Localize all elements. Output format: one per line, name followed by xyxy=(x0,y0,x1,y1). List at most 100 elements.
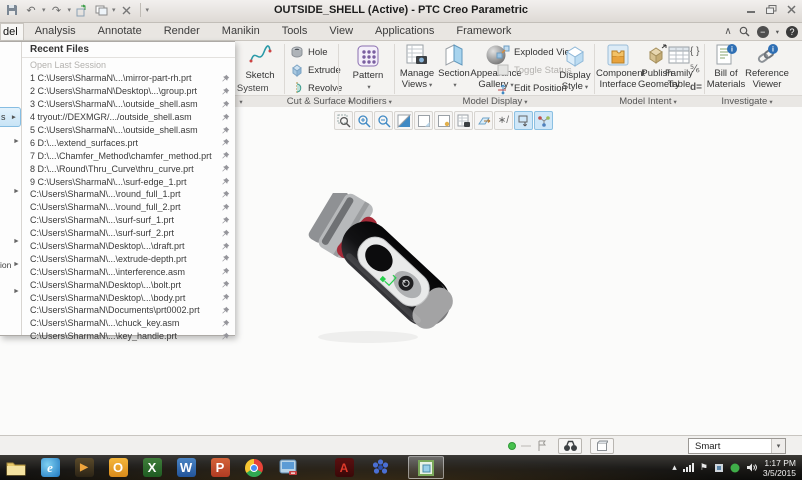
selection-filter-caret[interactable]: ▾ xyxy=(771,439,785,453)
pin-icon[interactable] xyxy=(221,254,230,263)
datum-display-button[interactable] xyxy=(474,111,493,130)
bill-of-materials-button[interactable]: i Bill of Materials xyxy=(706,43,746,90)
taskbar-internet-explorer-icon[interactable]: e xyxy=(36,457,64,478)
view-manager-button[interactable] xyxy=(454,111,473,130)
taskbar-powerpoint-icon[interactable]: P xyxy=(206,457,234,478)
recent-file-item[interactable]: C:\Users\SharmaN\...\chuck_key.asm xyxy=(22,317,235,330)
annotation-display-button[interactable]: ∗/ xyxy=(494,111,513,130)
minimize-button[interactable] xyxy=(746,5,756,14)
hole-button[interactable]: Hole xyxy=(290,44,328,60)
selection-filter-dropdown[interactable]: Smart ▾ xyxy=(688,438,786,454)
component-interface-button[interactable]: Component Interface xyxy=(596,43,645,90)
recent-file-item[interactable]: C:\Users\SharmaN\...\round_full_1.prt xyxy=(22,188,235,201)
taskbar-explorer-icon[interactable] xyxy=(2,457,30,478)
close-button[interactable] xyxy=(787,5,796,14)
status-flag-icon[interactable] xyxy=(536,440,548,452)
recent-file-item[interactable]: 5 C:\Users\SharmaN\...\outside_shell.asm xyxy=(22,124,235,137)
pin-icon[interactable] xyxy=(221,332,230,341)
taskbar-excel-icon[interactable]: X xyxy=(138,457,166,478)
pin-icon[interactable] xyxy=(221,190,230,199)
pin-icon[interactable] xyxy=(221,138,230,147)
section-button[interactable]: Section ▾ xyxy=(436,43,472,91)
recent-file-item[interactable]: 3 C:\Users\SharmaN\...\outside_shell.asm xyxy=(22,98,235,111)
saved-orientations-button[interactable] xyxy=(434,111,453,130)
section-caret[interactable]: ▾ xyxy=(453,82,456,89)
recent-file-item[interactable]: C:\Users\SharmaN\...\surf-surf_2.prt xyxy=(22,227,235,240)
tray-app-icon[interactable] xyxy=(714,463,724,473)
tab-annotate[interactable]: Annotate xyxy=(87,23,153,40)
recent-file-item[interactable]: C:\Users\SharmaN\...\round_full_2.prt xyxy=(22,201,235,214)
recent-file-item[interactable]: 4 tryout://DEXMGR/.../outside_shell.asm xyxy=(22,111,235,124)
recent-file-item[interactable]: 9 C:\Users\SharmaN\...\surf-edge_1.prt xyxy=(22,175,235,188)
recent-file-item[interactable]: C:\Users\SharmaN\...\extrude-depth.prt xyxy=(22,252,235,265)
repaint-button[interactable] xyxy=(394,111,413,130)
spin-center-button[interactable] xyxy=(514,111,533,130)
group-modifiers[interactable]: Modifiers ▾ xyxy=(344,96,396,107)
pin-icon[interactable] xyxy=(221,293,230,302)
group-investigate[interactable]: Investigate ▾ xyxy=(706,96,788,107)
pin-icon[interactable] xyxy=(221,319,230,328)
select-from-list-button[interactable] xyxy=(590,438,614,454)
pin-icon[interactable] xyxy=(221,306,230,315)
pin-icon[interactable] xyxy=(221,177,230,186)
collapse-ribbon-button[interactable]: ∧ xyxy=(724,26,731,37)
taskbar-adobe-reader-icon[interactable]: A xyxy=(330,457,358,478)
pin-icon[interactable] xyxy=(221,267,230,276)
tab-view[interactable]: View xyxy=(318,23,364,40)
taskbar-outlook-icon[interactable]: O xyxy=(104,457,132,478)
recent-file-item[interactable]: C:\Users\SharmaN\Desktop\...\draft.prt xyxy=(22,240,235,253)
group-model-display[interactable]: Model Display ▾ xyxy=(420,96,570,107)
taskbar-creo-active-window[interactable] xyxy=(408,456,444,479)
refit-button[interactable] xyxy=(334,111,353,130)
tab-analysis[interactable]: Analysis xyxy=(24,23,87,40)
display-style-toggle-button[interactable] xyxy=(414,111,433,130)
tray-green-status-icon[interactable] xyxy=(730,463,740,473)
window-mode-caret[interactable]: ▾ xyxy=(776,28,779,36)
taskbar-chrome-icon[interactable] xyxy=(240,457,268,478)
pattern-button[interactable]: Pattern ▾ xyxy=(344,43,392,93)
taskbar-clock[interactable]: 1:17 PM 3/5/2015 xyxy=(763,458,800,478)
recent-file-item[interactable]: 2 C:\Users\SharmaN\Desktop\...\group.prt xyxy=(22,85,235,98)
revolve-button[interactable]: Revolve xyxy=(290,80,342,96)
tray-show-hidden-icons[interactable]: ▴ xyxy=(672,462,677,473)
extrude-button[interactable]: Extrude xyxy=(290,62,341,78)
pin-icon[interactable] xyxy=(221,100,230,109)
datum-group-caret[interactable]: ▾ xyxy=(234,96,246,107)
pin-icon[interactable] xyxy=(221,87,230,96)
pin-icon[interactable] xyxy=(221,164,230,173)
switch-symbols-button[interactable]: ⅚ xyxy=(690,61,700,77)
tab-framework[interactable]: Framework xyxy=(445,23,522,40)
recent-file-item[interactable]: 6 D:\...\extend_surfaces.prt xyxy=(22,136,235,149)
tab-tools[interactable]: Tools xyxy=(271,23,319,40)
pin-icon[interactable] xyxy=(221,74,230,83)
pin-icon[interactable] xyxy=(221,242,230,251)
recent-file-item[interactable]: 7 D:\...\Chamfer_Method\chamfer_method.p… xyxy=(22,149,235,162)
help-button[interactable]: ? xyxy=(786,25,798,38)
recent-file-item[interactable]: C:\Users\SharmaN\...\key_handle.prt xyxy=(22,330,235,343)
taskbar-flower-app-icon[interactable] xyxy=(366,457,394,478)
reference-viewer-button[interactable]: i Reference Viewer xyxy=(744,43,790,90)
recent-file-item[interactable]: C:\Users\SharmaN\Desktop\...\body.prt xyxy=(22,291,235,304)
recent-file-item[interactable]: C:\Users\SharmaN\...\surf-surf_1.prt xyxy=(22,214,235,227)
zoom-in-button[interactable] xyxy=(354,111,373,130)
display-style-caret[interactable]: ▾ xyxy=(585,84,588,91)
recent-file-item[interactable]: C:\Users\SharmaN\Desktop\...\bolt.prt xyxy=(22,278,235,291)
recent-file-item[interactable]: 1 C:\Users\SharmaN\...\mirror-part-rh.pr… xyxy=(22,72,235,85)
window-mode-button[interactable]: − xyxy=(756,25,769,38)
find-button[interactable] xyxy=(558,438,582,454)
display-style-button[interactable]: Display Style ▾ xyxy=(556,43,594,93)
tray-volume-icon[interactable] xyxy=(746,462,757,473)
restore-button[interactable] xyxy=(766,5,777,14)
search-button[interactable] xyxy=(739,26,750,37)
taskbar-word-icon[interactable]: W xyxy=(172,457,200,478)
recent-file-item[interactable]: C:\Users\SharmaN\Documents\prt0002.prt xyxy=(22,304,235,317)
pin-icon[interactable] xyxy=(221,113,230,122)
tray-action-center-flag-icon[interactable]: ⚑ xyxy=(700,462,708,473)
tab-model-partial[interactable]: del xyxy=(0,23,24,40)
braces-button[interactable]: { } xyxy=(690,43,699,59)
pin-icon[interactable] xyxy=(221,229,230,238)
recent-file-item[interactable]: C:\Users\SharmaN\...\interference.asm xyxy=(22,265,235,278)
pattern-caret[interactable]: ▾ xyxy=(367,84,370,91)
pin-icon[interactable] xyxy=(221,203,230,212)
dimension-display-button[interactable]: d= xyxy=(690,79,702,95)
